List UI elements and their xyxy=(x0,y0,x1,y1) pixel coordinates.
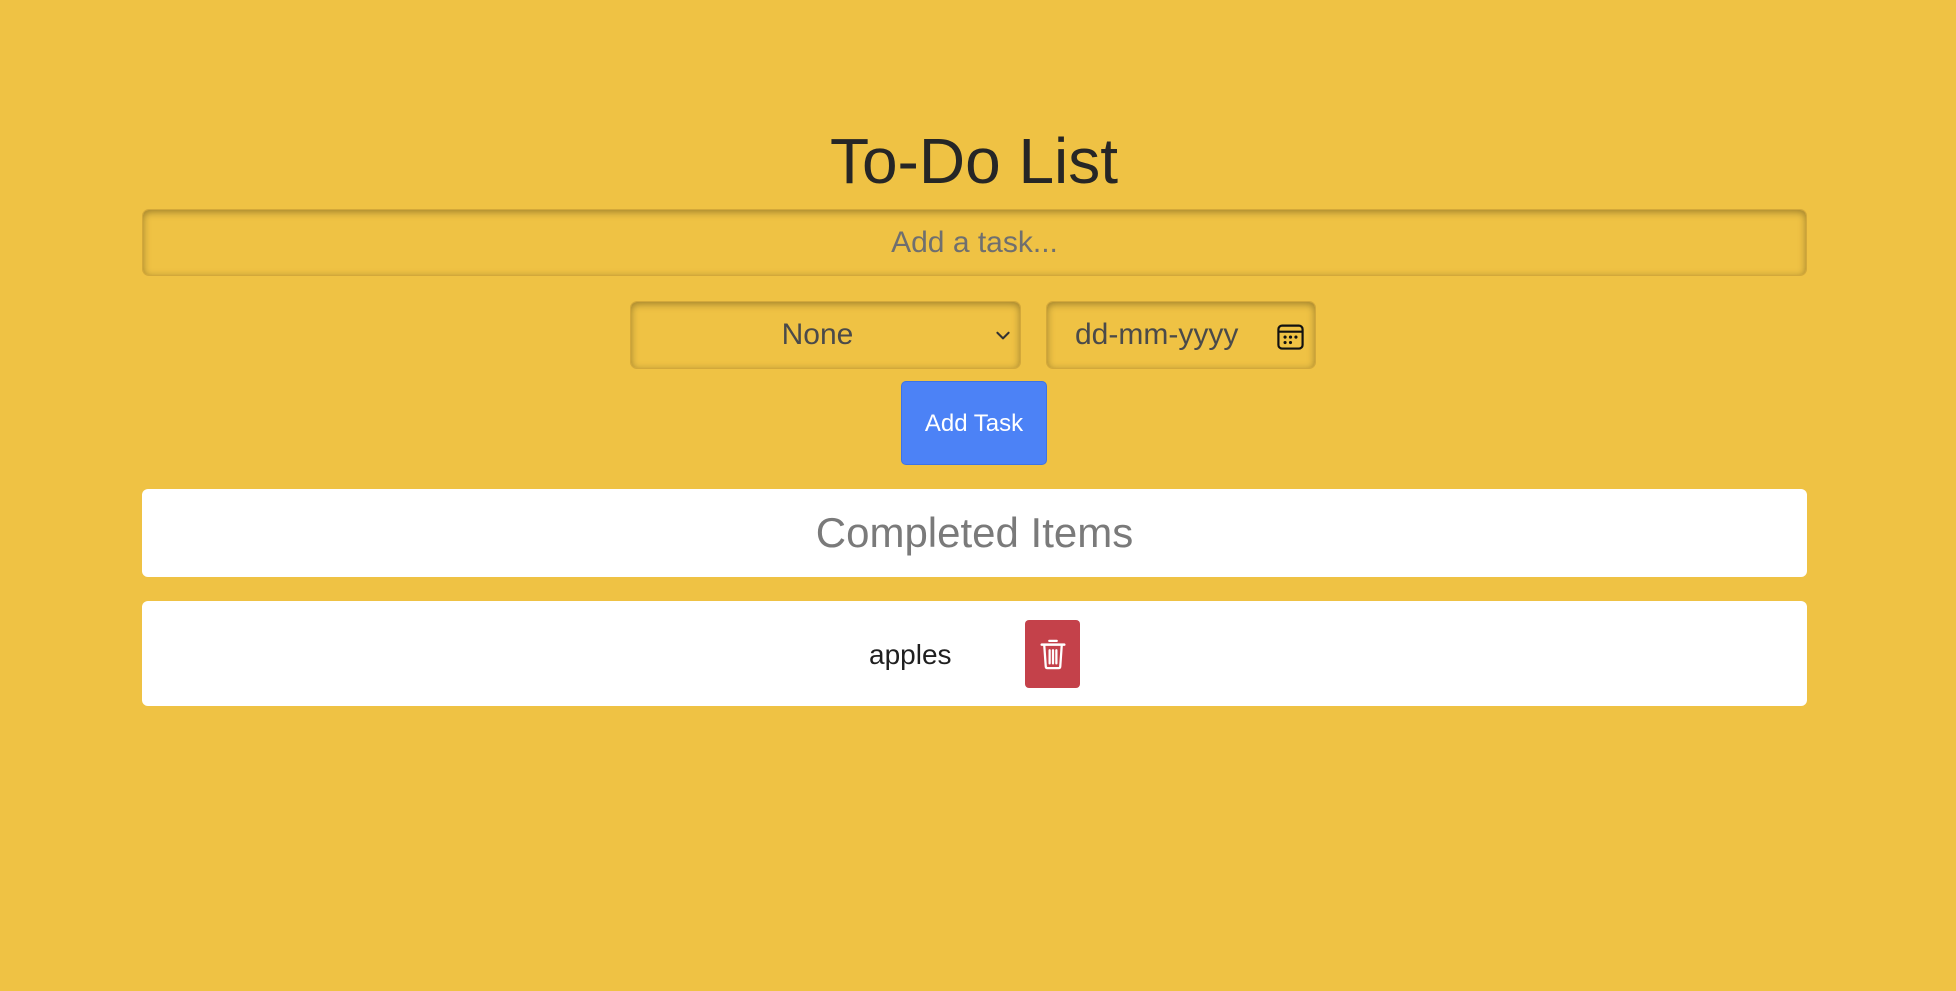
list-item: apples xyxy=(142,601,1807,706)
calendar-icon[interactable] xyxy=(1276,322,1305,351)
page-title: To-Do List xyxy=(829,125,1119,197)
chevron-down-icon xyxy=(996,331,1010,340)
trash-icon xyxy=(1040,639,1065,670)
add-task-button[interactable]: Add Task xyxy=(901,381,1047,465)
priority-select-value: None xyxy=(781,318,854,351)
priority-select[interactable]: None xyxy=(630,301,1021,369)
due-date-placeholder: dd-mm-yyyy xyxy=(1075,318,1239,351)
due-date-input[interactable]: dd-mm-yyyy xyxy=(1046,301,1316,369)
task-input[interactable] xyxy=(142,209,1807,276)
completed-items-header: Completed Items xyxy=(142,489,1807,577)
list-item-label: apples xyxy=(869,639,952,670)
delete-button[interactable] xyxy=(1025,620,1080,688)
